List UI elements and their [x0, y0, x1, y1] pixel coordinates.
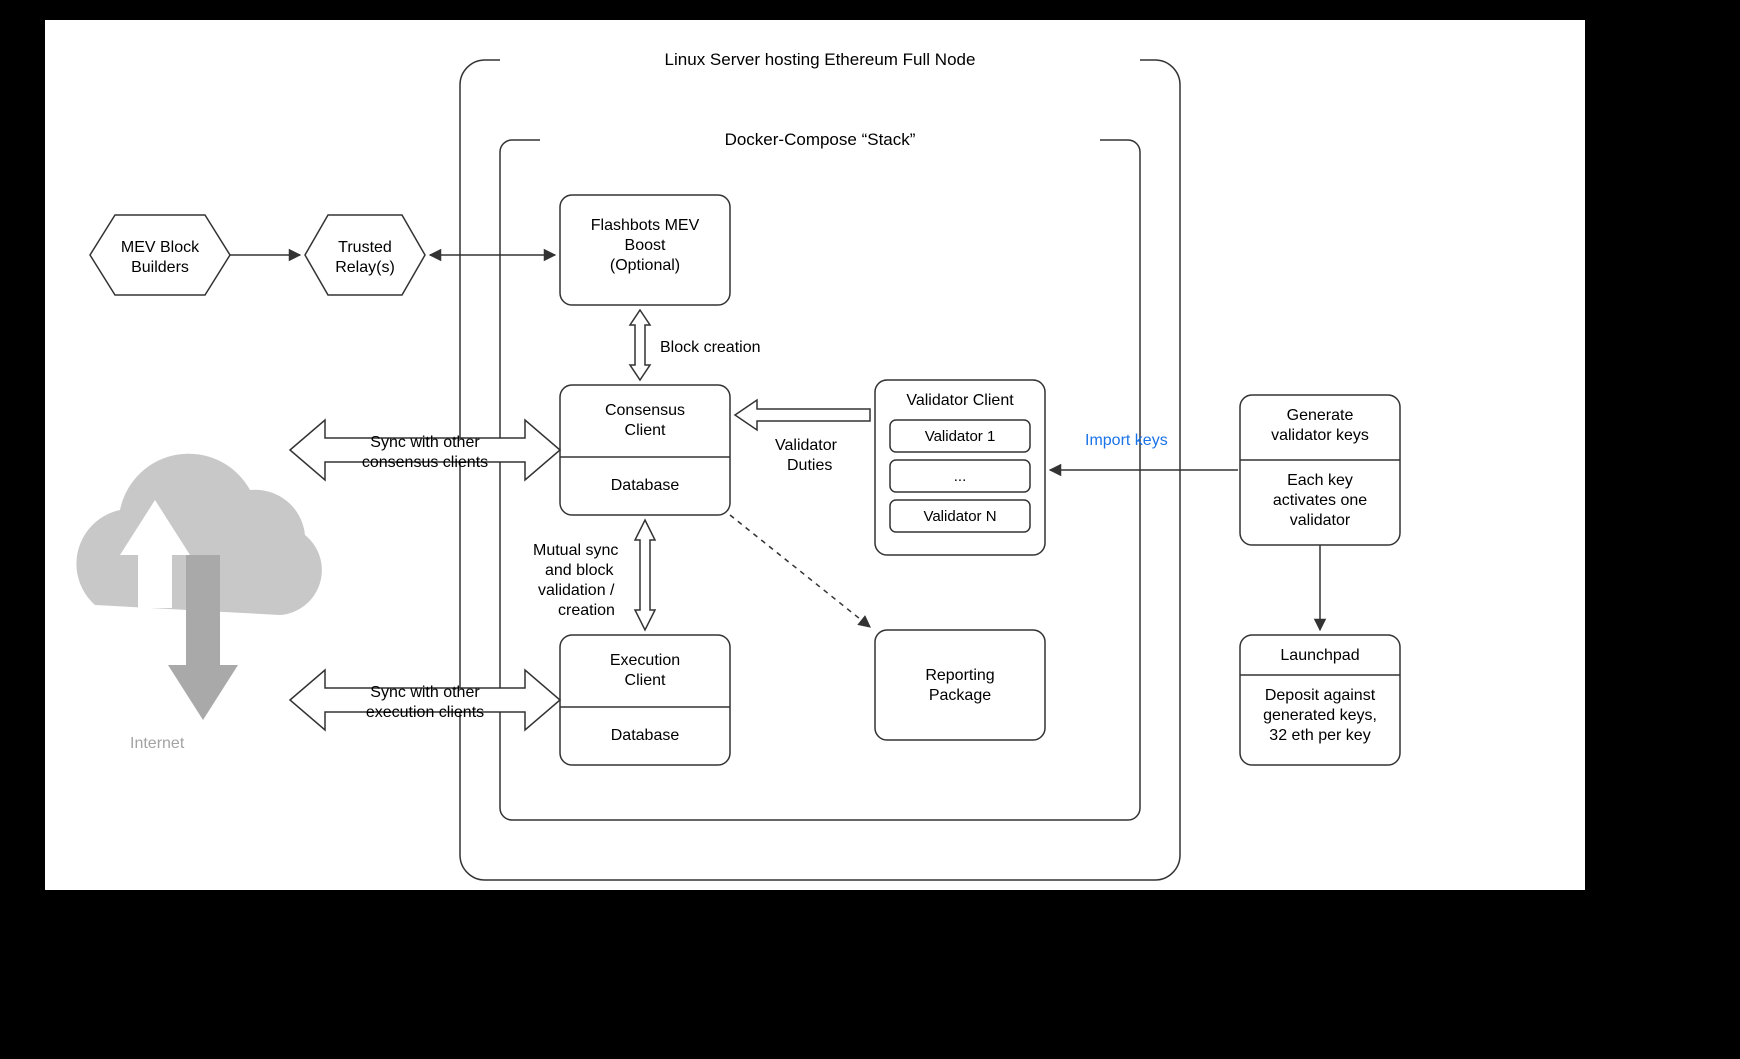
svg-text:Execution: Execution [610, 652, 680, 669]
diagram-canvas: Linux Server hosting Ethereum Full Node … [0, 0, 1740, 1059]
svg-text:Consensus: Consensus [605, 402, 685, 419]
svg-text:Boost: Boost [625, 237, 666, 254]
label-mutual-sync-3: validation / [538, 582, 615, 599]
svg-text:Sync with other: Sync with other [370, 684, 480, 701]
svg-text:32 eth per key: 32 eth per key [1269, 727, 1370, 744]
label-internet: Internet [130, 735, 185, 752]
svg-text:Each key: Each key [1287, 472, 1353, 489]
svg-text:Launchpad: Launchpad [1280, 647, 1359, 664]
svg-text:Validator N: Validator N [923, 508, 996, 525]
svg-text:validator: validator [1290, 512, 1351, 529]
svg-text:consensus clients: consensus clients [362, 454, 488, 471]
label-validator-duties-1: Validator [775, 437, 838, 454]
label-validator-duties-2: Duties [787, 457, 832, 474]
launchpad-box: Launchpad Deposit against generated keys… [1240, 635, 1400, 765]
mev-boost-box: Flashbots MEV Boost (Optional) [560, 195, 730, 305]
generate-keys-box: Generate validator keys Each key activat… [1240, 395, 1400, 545]
svg-text:Relay(s): Relay(s) [335, 259, 395, 276]
svg-text:Generate: Generate [1287, 407, 1354, 424]
label-mutual-sync-1: Mutual sync [533, 542, 618, 559]
svg-text:Client: Client [625, 672, 666, 689]
svg-text:...: ... [954, 468, 967, 485]
linux-server-title: Linux Server hosting Ethereum Full Node [665, 50, 976, 69]
label-mutual-sync-2: and block [545, 562, 614, 579]
svg-text:Flashbots MEV: Flashbots MEV [591, 217, 700, 234]
svg-text:validator keys: validator keys [1271, 427, 1369, 444]
consensus-client-box: Consensus Client Database [560, 385, 730, 515]
svg-text:Database: Database [611, 477, 680, 494]
label-mutual-sync-4: creation [558, 602, 615, 619]
execution-client-box: Execution Client Database [560, 635, 730, 765]
trusted-relays-hex: Trusted Relay(s) [305, 215, 425, 295]
svg-text:Trusted: Trusted [338, 239, 392, 256]
svg-text:Reporting: Reporting [925, 667, 994, 684]
svg-text:Deposit against: Deposit against [1265, 687, 1376, 704]
svg-text:(Optional): (Optional) [610, 257, 680, 274]
svg-text:activates one: activates one [1273, 492, 1367, 509]
svg-text:MEV Block: MEV Block [121, 239, 200, 256]
svg-text:Client: Client [625, 422, 666, 439]
svg-text:Package: Package [929, 687, 991, 704]
svg-text:Validator 1: Validator 1 [925, 428, 996, 445]
svg-text:generated keys,: generated keys, [1263, 707, 1377, 724]
label-import-keys: Import keys [1085, 432, 1168, 449]
validator-client-box: Validator Client Validator 1 ... Validat… [875, 380, 1045, 555]
svg-text:Validator Client: Validator Client [906, 392, 1014, 409]
docker-stack-title: Docker-Compose “Stack” [725, 130, 916, 149]
svg-text:Sync with other: Sync with other [370, 434, 480, 451]
label-block-creation: Block creation [660, 339, 761, 356]
reporting-package-box: Reporting Package [875, 630, 1045, 740]
svg-text:Database: Database [611, 727, 680, 744]
svg-text:Builders: Builders [131, 259, 189, 276]
svg-text:execution clients: execution clients [366, 704, 484, 721]
mev-block-builders-hex: MEV Block Builders [90, 215, 230, 295]
